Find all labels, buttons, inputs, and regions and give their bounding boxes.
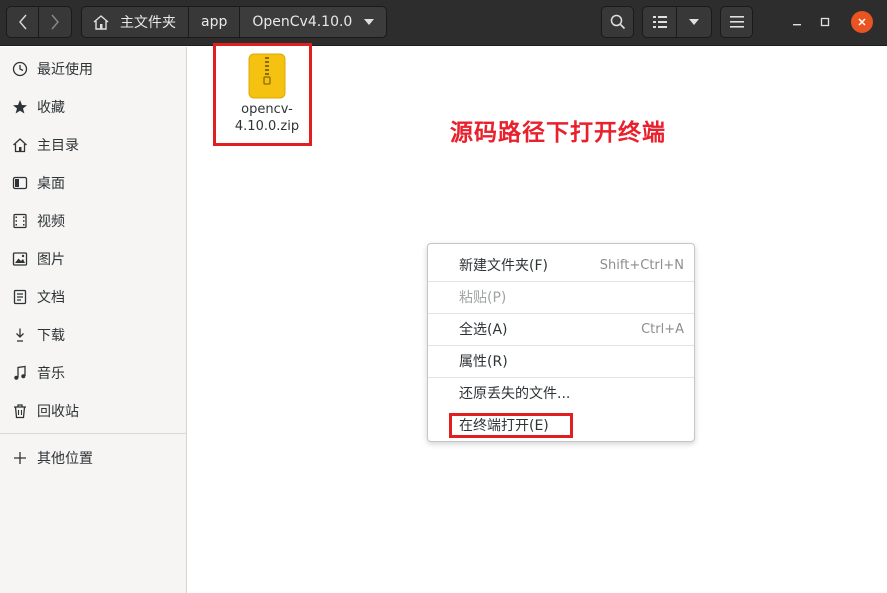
- breadcrumb-label: 主文件夹: [120, 15, 176, 31]
- breadcrumb-label: OpenCv4.10.0: [252, 14, 353, 30]
- back-button[interactable]: [6, 6, 39, 38]
- sidebar: 最近使用 收藏 主目录 桌面 视频 图片 文档 下载 音乐 回收站 其他位置: [0, 47, 187, 593]
- close-icon: [858, 18, 866, 26]
- view-options-button[interactable]: [677, 6, 712, 38]
- plus-icon: [11, 449, 29, 467]
- menu-item-label: 全选(A): [459, 322, 508, 338]
- breadcrumb-app[interactable]: app: [188, 6, 241, 38]
- home-icon: [93, 15, 109, 30]
- chevron-down-icon: [364, 19, 375, 25]
- sidebar-divider: [0, 433, 186, 434]
- breadcrumb: 主文件夹 app OpenCv4.10.0: [81, 6, 388, 38]
- breadcrumb-home[interactable]: 主文件夹: [81, 6, 189, 38]
- sidebar-item-label: 下载: [37, 328, 65, 344]
- sidebar-item-videos[interactable]: 视频: [0, 203, 186, 239]
- breadcrumb-label: app: [201, 14, 228, 30]
- close-button[interactable]: [851, 11, 873, 33]
- star-icon: [11, 98, 29, 116]
- menu-item-properties[interactable]: 属性(R): [428, 345, 694, 377]
- sidebar-item-label: 图片: [37, 252, 65, 268]
- sidebar-item-documents[interactable]: 文档: [0, 279, 186, 315]
- image-icon: [11, 250, 29, 268]
- desktop-icon: [11, 174, 29, 192]
- sidebar-item-home[interactable]: 主目录: [0, 127, 186, 163]
- video-icon: [11, 212, 29, 230]
- sidebar-item-desktop[interactable]: 桌面: [0, 165, 186, 201]
- highlight-box-menu: [449, 413, 573, 438]
- trash-icon: [11, 402, 29, 420]
- menu-item-accelerator: Shift+Ctrl+N: [599, 257, 684, 273]
- download-icon: [11, 326, 29, 344]
- menu-item-restore-missing[interactable]: 还原丢失的文件...: [428, 377, 694, 409]
- sidebar-item-trash[interactable]: 回收站: [0, 393, 186, 429]
- music-icon: [11, 364, 29, 382]
- header-bar: 主文件夹 app OpenCv4.10.0: [0, 0, 887, 46]
- annotation-text: 源码路径下打开终端: [450, 120, 666, 146]
- highlight-box-file: [213, 43, 312, 146]
- search-icon: [610, 14, 625, 30]
- sidebar-item-label: 视频: [37, 214, 65, 230]
- menu-item-select-all[interactable]: 全选(A) Ctrl+A: [428, 313, 694, 345]
- sidebar-item-downloads[interactable]: 下载: [0, 317, 186, 353]
- sidebar-item-label: 其他位置: [37, 451, 93, 467]
- maximize-button[interactable]: [814, 11, 836, 33]
- sidebar-item-recent[interactable]: 最近使用: [0, 51, 186, 87]
- sidebar-item-label: 桌面: [37, 176, 65, 192]
- chevron-down-icon: [689, 19, 699, 25]
- search-button[interactable]: [601, 6, 634, 38]
- menu-item-paste: 粘贴(P): [428, 281, 694, 313]
- main-menu-button[interactable]: [720, 6, 753, 38]
- view-mode-button[interactable]: [642, 6, 677, 38]
- menu-item-label: 属性(R): [459, 354, 508, 370]
- menu-item-label: 还原丢失的文件...: [459, 386, 571, 402]
- menu-item-label: 新建文件夹(F): [459, 258, 548, 274]
- sidebar-item-label: 文档: [37, 290, 65, 306]
- list-view-icon: [652, 16, 667, 28]
- chevron-left-icon: [18, 14, 27, 30]
- sidebar-item-pictures[interactable]: 图片: [0, 241, 186, 277]
- sidebar-item-starred[interactable]: 收藏: [0, 89, 186, 125]
- chevron-right-icon: [51, 14, 59, 30]
- clock-icon: [11, 60, 29, 78]
- menu-item-label: 粘贴(P): [459, 290, 507, 306]
- breadcrumb-current[interactable]: OpenCv4.10.0: [239, 6, 388, 38]
- hamburger-menu-icon: [729, 16, 744, 28]
- minimize-button[interactable]: [786, 11, 808, 33]
- sidebar-item-other-locations[interactable]: 其他位置: [0, 440, 186, 476]
- sidebar-item-label: 回收站: [37, 404, 79, 420]
- sidebar-item-label: 收藏: [37, 100, 65, 116]
- menu-item-new-folder[interactable]: 新建文件夹(F) Shift+Ctrl+N: [428, 249, 694, 281]
- sidebar-item-label: 主目录: [37, 138, 79, 154]
- menu-item-accelerator: Ctrl+A: [641, 321, 684, 337]
- sidebar-item-label: 最近使用: [37, 62, 93, 78]
- minimize-icon: [793, 24, 801, 26]
- maximize-icon: [820, 17, 830, 27]
- sidebar-item-label: 音乐: [37, 366, 65, 382]
- sidebar-item-music[interactable]: 音乐: [0, 355, 186, 391]
- home-icon: [11, 136, 29, 154]
- forward-button[interactable]: [39, 6, 72, 38]
- document-icon: [11, 288, 29, 306]
